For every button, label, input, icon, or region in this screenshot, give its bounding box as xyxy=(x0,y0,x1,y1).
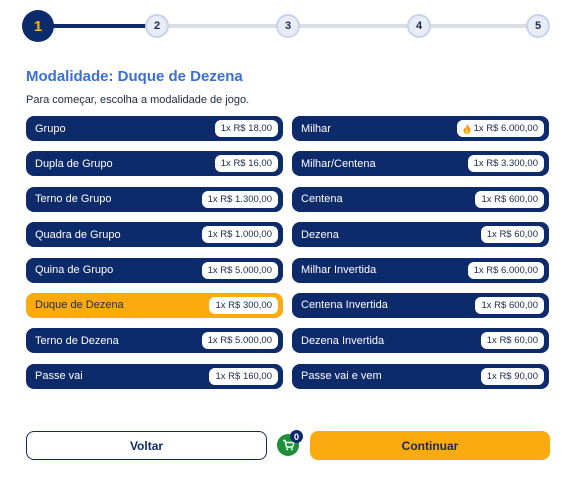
option-centena-invertida[interactable]: Centena Invertida 1x R$ 600,00 xyxy=(292,292,549,318)
progress-stepper: 1 2 3 4 5 xyxy=(22,10,550,42)
option-price-badge: 1x R$ 1.300,00 xyxy=(201,190,278,208)
option-price-badge: 1x R$ 6.000,00 xyxy=(456,120,544,137)
option-grupo[interactable]: Grupo 1x R$ 18,00 xyxy=(26,116,283,141)
option-dupla-de-grupo[interactable]: Dupla de Grupo 1x R$ 16,00 xyxy=(26,151,283,177)
option-label: Duque de Dezena xyxy=(35,299,124,312)
step-5: 5 xyxy=(526,14,550,38)
option-price-badge: 1x R$ 6.000,00 xyxy=(467,261,544,279)
option-price: 1x R$ 6.000,00 xyxy=(473,264,538,276)
option-price: 1x R$ 5.000,00 xyxy=(207,335,272,347)
option-label: Passe vai e vem xyxy=(301,370,382,383)
option-label: Quadra de Grupo xyxy=(35,228,121,241)
option-label: Passe vai xyxy=(35,370,83,383)
continue-button[interactable]: Continuar xyxy=(310,431,550,460)
option-label: Quina de Grupo xyxy=(35,264,114,277)
option-price-badge: 1x R$ 1.000,00 xyxy=(201,226,278,244)
option-passe-vai-e-vem[interactable]: Passe vai e vem 1x R$ 90,00 xyxy=(292,363,549,389)
option-price-badge: 1x R$ 5.000,00 xyxy=(201,332,278,350)
option-price: 1x R$ 5.000,00 xyxy=(207,264,272,276)
option-passe-vai[interactable]: Passe vai 1x R$ 160,00 xyxy=(26,363,283,389)
step-3: 3 xyxy=(276,14,300,38)
option-price: 1x R$ 160,00 xyxy=(215,370,272,382)
option-price: 1x R$ 16,00 xyxy=(220,158,272,170)
option-price: 1x R$ 600,00 xyxy=(481,299,538,311)
step-2: 2 xyxy=(145,14,169,38)
options-column-right: Milhar 1x R$ 6.000,00 Milhar/Centena 1x R$ … xyxy=(292,116,549,399)
option-dezena[interactable]: Dezena 1x R$ 60,00 xyxy=(292,222,549,248)
option-duque-de-dezena[interactable]: Duque de Dezena 1x R$ 300,00 xyxy=(26,292,283,318)
option-label: Centena xyxy=(301,193,343,206)
option-price-badge: 1x R$ 160,00 xyxy=(209,367,278,385)
option-price-badge: 1x R$ 60,00 xyxy=(480,226,544,244)
option-price: 1x R$ 600,00 xyxy=(481,193,538,205)
option-price: 1x R$ 6.000,00 xyxy=(473,123,538,134)
step-4: 4 xyxy=(407,14,431,38)
option-price: 1x R$ 90,00 xyxy=(486,370,538,382)
option-label: Milhar xyxy=(301,122,331,135)
option-price: 1x R$ 1.000,00 xyxy=(207,229,272,241)
option-price-badge: 1x R$ 600,00 xyxy=(475,296,544,314)
option-price-badge: 1x R$ 16,00 xyxy=(214,155,278,173)
flame-icon xyxy=(463,123,471,134)
option-label: Centena Invertida xyxy=(301,299,388,312)
stepper-track-fill xyxy=(38,24,151,28)
option-price-badge: 1x R$ 60,00 xyxy=(480,332,544,350)
option-price-badge: 1x R$ 3.300,00 xyxy=(467,155,544,173)
option-label: Terno de Dezena xyxy=(35,334,119,347)
option-label: Terno de Grupo xyxy=(35,193,112,206)
option-label: Dezena xyxy=(301,228,339,241)
option-milhar[interactable]: Milhar 1x R$ 6.000,00 xyxy=(292,116,549,141)
option-quina-de-grupo[interactable]: Quina de Grupo 1x R$ 5.000,00 xyxy=(26,257,283,283)
option-label: Dezena Invertida xyxy=(301,334,385,347)
option-label: Grupo xyxy=(35,122,66,135)
option-price-badge: 1x R$ 18,00 xyxy=(214,120,278,137)
page-title: Modalidade: Duque de Dezena xyxy=(26,68,243,85)
option-price: 1x R$ 60,00 xyxy=(486,335,538,347)
option-label: Milhar/Centena xyxy=(301,157,376,170)
option-quadra-de-grupo[interactable]: Quadra de Grupo 1x R$ 1.000,00 xyxy=(26,222,283,248)
option-price-badge: 1x R$ 90,00 xyxy=(480,367,544,385)
option-terno-de-grupo[interactable]: Terno de Grupo 1x R$ 1.300,00 xyxy=(26,186,283,212)
option-terno-de-dezena[interactable]: Terno de Dezena 1x R$ 5.000,00 xyxy=(26,328,283,354)
option-price-badge: 1x R$ 600,00 xyxy=(475,190,544,208)
option-milhar-centena[interactable]: Milhar/Centena 1x R$ 3.300,00 xyxy=(292,151,549,177)
options-column-left: Grupo 1x R$ 18,00 Dupla de Grupo 1x R$ 16,0… xyxy=(26,116,283,399)
option-dezena-invertida[interactable]: Dezena Invertida 1x R$ 60,00 xyxy=(292,328,549,354)
option-price-badge: 1x R$ 5.000,00 xyxy=(201,261,278,279)
option-price: 1x R$ 60,00 xyxy=(486,229,538,241)
option-price-badge: 1x R$ 300,00 xyxy=(209,296,278,314)
option-label: Milhar Invertida xyxy=(301,264,377,277)
option-price: 1x R$ 300,00 xyxy=(215,299,272,311)
page-subtitle: Para começar, escolha a modalidade de jo… xyxy=(26,94,250,106)
option-price: 1x R$ 18,00 xyxy=(220,123,272,134)
cart-count-badge: 0 xyxy=(290,430,303,443)
back-button[interactable]: Voltar xyxy=(26,431,267,460)
option-price: 1x R$ 3.300,00 xyxy=(473,158,538,170)
step-1: 1 xyxy=(22,10,54,42)
option-milhar-invertida[interactable]: Milhar Invertida 1x R$ 6.000,00 xyxy=(292,257,549,283)
option-label: Dupla de Grupo xyxy=(35,157,113,170)
option-centena[interactable]: Centena 1x R$ 600,00 xyxy=(292,186,549,212)
option-price: 1x R$ 1.300,00 xyxy=(207,193,272,205)
